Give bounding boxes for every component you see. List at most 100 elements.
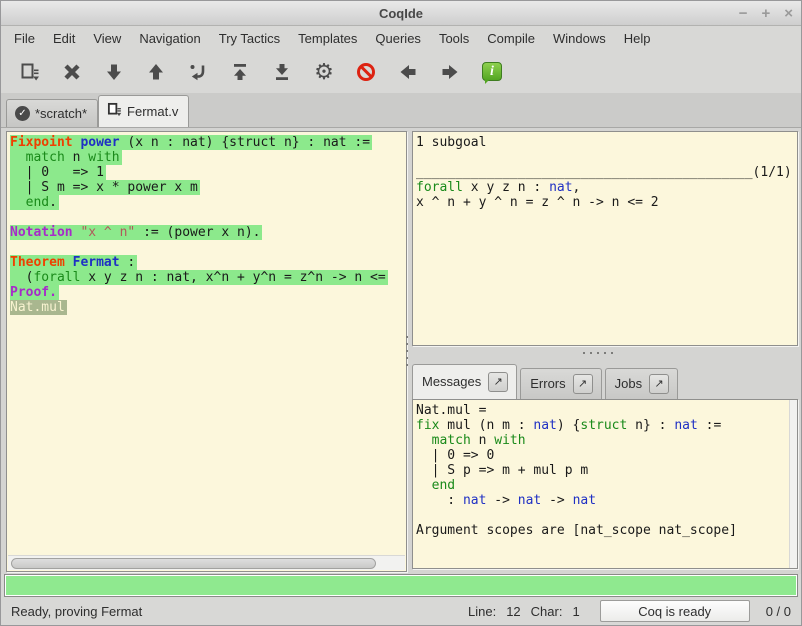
tab-messages-label: Messages bbox=[422, 374, 481, 389]
horizontal-splitter-handle[interactable] bbox=[583, 352, 613, 354]
previous-button[interactable] bbox=[387, 55, 429, 89]
goto-cursor-icon bbox=[188, 62, 208, 82]
backward-one-button[interactable] bbox=[135, 55, 177, 89]
close-button[interactable]: × bbox=[784, 1, 793, 26]
code-line: Fixpoint power (x n : nat) {struct n} : … bbox=[10, 135, 406, 150]
toolbar: ⚙ i bbox=[1, 50, 801, 93]
main-content: Fixpoint power (x n : nat) {struct n} : … bbox=[1, 128, 802, 574]
window-controls: − + × bbox=[739, 1, 793, 26]
code-line bbox=[416, 508, 797, 523]
code-line: : nat -> nat -> nat bbox=[416, 493, 797, 508]
code-line: end. bbox=[10, 195, 406, 210]
code-line: forall x y z n : nat, bbox=[416, 180, 797, 195]
menu-item-tools[interactable]: Tools bbox=[430, 28, 478, 49]
menu-item-try-tactics[interactable]: Try Tactics bbox=[210, 28, 289, 49]
coqide-window: CoqIde − + × FileEditViewNavigationTry T… bbox=[0, 0, 802, 626]
code-line: | 0 => 1 bbox=[10, 165, 406, 180]
menu-item-windows[interactable]: Windows bbox=[544, 28, 615, 49]
char-value: 1 bbox=[572, 604, 579, 619]
gear-icon: ⚙ bbox=[314, 62, 334, 82]
forward-one-button[interactable] bbox=[93, 55, 135, 89]
message-tab-bar: Messages ↗ Errors ↗ Jobs ↗ bbox=[412, 360, 798, 399]
messages-vertical-scrollbar[interactable] bbox=[789, 400, 797, 568]
arrow-down-icon bbox=[104, 62, 124, 82]
tab-messages[interactable]: Messages ↗ bbox=[412, 364, 517, 399]
next-button[interactable] bbox=[429, 55, 471, 89]
messages-panel[interactable]: Nat.mul =fix mul (n m : nat) {struct n} … bbox=[412, 399, 798, 569]
script-editor-panel[interactable]: Fixpoint power (x n : nat) {struct n} : … bbox=[6, 131, 407, 572]
minimize-button[interactable]: − bbox=[739, 1, 748, 26]
menu-item-help[interactable]: Help bbox=[615, 28, 660, 49]
status-right: Line: 12 Char: 1 Coq is ready 0 / 0 bbox=[468, 600, 791, 622]
detach-jobs-button[interactable]: ↗ bbox=[649, 374, 669, 394]
go-to-start-button[interactable] bbox=[219, 55, 261, 89]
tab-errors[interactable]: Errors ↗ bbox=[520, 368, 601, 399]
go-to-end-button[interactable] bbox=[261, 55, 303, 89]
menu-item-queries[interactable]: Queries bbox=[366, 28, 430, 49]
menu-item-edit[interactable]: Edit bbox=[44, 28, 84, 49]
scrollbar-thumb[interactable] bbox=[11, 558, 376, 569]
code-line: match n with bbox=[10, 150, 406, 165]
info-bubble-icon: i bbox=[482, 62, 502, 81]
code-line bbox=[416, 150, 797, 165]
tab-jobs-label: Jobs bbox=[615, 376, 642, 391]
vertical-splitter-handle[interactable] bbox=[406, 336, 408, 366]
messages-text: Nat.mul =fix mul (n m : nat) {struct n} … bbox=[413, 400, 797, 538]
tab-fermat-label: Fermat.v bbox=[127, 104, 178, 119]
save-button[interactable] bbox=[9, 55, 51, 89]
fully-check-button[interactable]: ⚙ bbox=[303, 55, 345, 89]
menu-item-navigation[interactable]: Navigation bbox=[130, 28, 209, 49]
line-label: Line: bbox=[468, 604, 496, 619]
code-line: ________________________________________… bbox=[416, 165, 797, 180]
menu-item-compile[interactable]: Compile bbox=[478, 28, 544, 49]
arrow-down-to-bar-icon bbox=[272, 62, 292, 82]
tab-fermat[interactable]: Fermat.v bbox=[98, 95, 189, 127]
detach-arrow-icon: ↗ bbox=[655, 377, 664, 390]
arrow-up-to-bar-icon bbox=[230, 62, 250, 82]
code-line bbox=[10, 240, 406, 255]
progress-bar bbox=[4, 574, 798, 597]
code-line: fix mul (n m : nat) {struct n} : nat := bbox=[416, 418, 797, 433]
save-icon bbox=[20, 62, 40, 82]
arrow-right-icon bbox=[440, 62, 460, 82]
tab-errors-label: Errors bbox=[530, 376, 565, 391]
title-bar: CoqIde − + × bbox=[1, 1, 801, 26]
go-to-cursor-button[interactable] bbox=[177, 55, 219, 89]
menu-item-file[interactable]: File bbox=[5, 28, 44, 49]
code-line: | S p => m + mul p m bbox=[416, 463, 797, 478]
detach-errors-button[interactable]: ↗ bbox=[573, 374, 593, 394]
about-button[interactable]: i bbox=[471, 55, 513, 89]
menu-item-view[interactable]: View bbox=[84, 28, 130, 49]
detach-messages-button[interactable]: ↗ bbox=[488, 372, 508, 392]
coq-status-text: Coq is ready bbox=[638, 604, 711, 619]
tab-scratch[interactable]: ✓ *scratch* bbox=[6, 99, 98, 127]
goal-text: 1 subgoal ______________________________… bbox=[413, 132, 797, 210]
char-label: Char: bbox=[531, 604, 563, 619]
interrupt-button[interactable] bbox=[345, 55, 387, 89]
code-line: end bbox=[416, 478, 797, 493]
tab-scratch-label: *scratch* bbox=[35, 106, 87, 121]
code-line: Proof. bbox=[10, 285, 406, 300]
status-bar: Ready, proving Fermat Line: 12 Char: 1 C… bbox=[1, 597, 801, 625]
maximize-button[interactable]: + bbox=[761, 1, 770, 26]
arrow-up-icon bbox=[146, 62, 166, 82]
detach-arrow-icon: ↗ bbox=[494, 375, 503, 388]
queue-counter: 0 / 0 bbox=[766, 604, 791, 619]
line-value: 12 bbox=[506, 604, 520, 619]
goals-panel[interactable]: 1 subgoal ______________________________… bbox=[412, 131, 798, 346]
code-line: Argument scopes are [nat_scope nat_scope… bbox=[416, 523, 797, 538]
menu-item-templates[interactable]: Templates bbox=[289, 28, 366, 49]
script-code: Fixpoint power (x n : nat) {struct n} : … bbox=[7, 132, 406, 315]
code-line bbox=[10, 210, 406, 225]
close-buffer-button[interactable] bbox=[51, 55, 93, 89]
code-line: | 0 => 0 bbox=[416, 448, 797, 463]
arrow-left-icon bbox=[398, 62, 418, 82]
coq-status-indicator: Coq is ready bbox=[600, 600, 750, 622]
tab-jobs[interactable]: Jobs ↗ bbox=[605, 368, 678, 399]
code-line: | S m => x * power x m bbox=[10, 180, 406, 195]
editor-horizontal-scrollbar[interactable] bbox=[8, 555, 405, 570]
check-icon: ✓ bbox=[15, 106, 30, 121]
status-text: Ready, proving Fermat bbox=[11, 604, 142, 619]
window-title: CoqIde bbox=[379, 6, 423, 21]
close-icon bbox=[62, 62, 82, 82]
